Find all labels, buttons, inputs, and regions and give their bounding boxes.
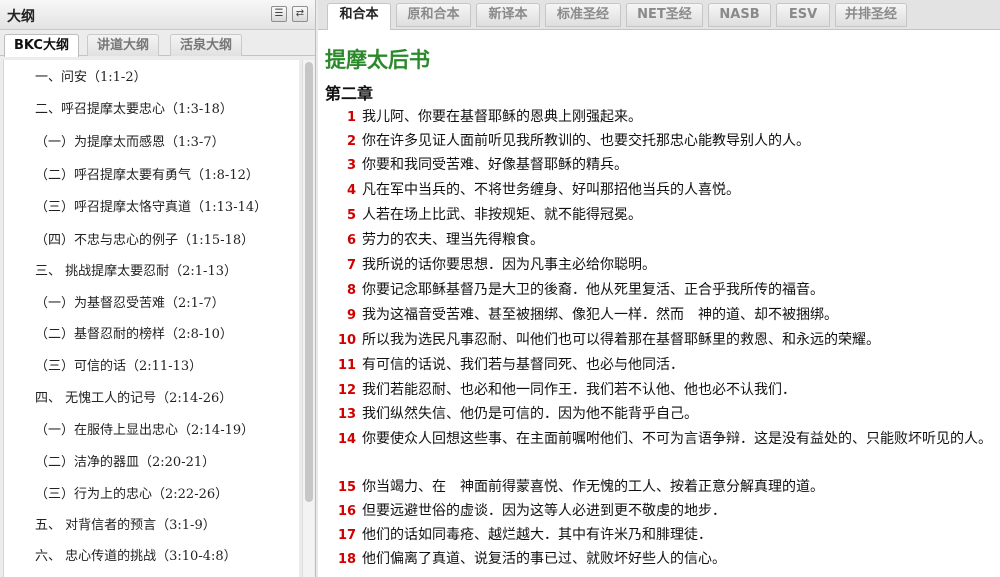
verse-text: 他们偏离了真道、说复活的事已过、就败坏好些人的信心。: [362, 551, 726, 567]
outline-panel: 大纲 ☰ ⇄ BKC大纲 讲道大纲 活泉大纲 一、问安（1:1-2） 二、呼召提…: [0, 0, 316, 577]
outline-item[interactable]: 三、 挑战提摩太要忍耐（2:1-13）: [35, 260, 237, 279]
verse-text: 但要远避世俗的虚谈．因为这等人必进到更不敬虔的地步．: [362, 503, 726, 519]
outline-item[interactable]: （二）呼召提摩太要有勇气（1:8-12）: [35, 164, 259, 183]
verse-number[interactable]: 1: [338, 106, 356, 129]
version-tabs: 和合本 原和合本 新译本 标准圣经 NET圣经 NASB ESV 并排圣经: [318, 0, 1000, 30]
verse-number[interactable]: 16: [338, 500, 356, 523]
verse-text: 凡在军中当兵的、不将世务缠身、好叫那招他当兵的人喜悦。: [362, 182, 740, 198]
verse-number[interactable]: 11: [338, 354, 356, 377]
outline-item[interactable]: （三）可信的话（2:11-13）: [35, 355, 202, 374]
outline-item[interactable]: （三）呼召提摩太恪守真道（1:13-14）: [35, 196, 267, 215]
verse-text: 你要和我同受苦难、好像基督耶稣的精兵。: [362, 157, 628, 173]
tab-new-translation[interactable]: 新译本: [476, 3, 540, 27]
outline-tabs: BKC大纲 讲道大纲 活泉大纲: [0, 30, 315, 57]
scrollbar-thumb[interactable]: [305, 62, 313, 502]
verse-text: 你要使众人回想这些事、在主面前嘱咐他们、不可为言语争辩．这是没有益处的、只能败坏…: [362, 431, 992, 447]
tab-living-spring-outline[interactable]: 活泉大纲: [170, 34, 243, 56]
tab-sermon-outline[interactable]: 讲道大纲: [87, 34, 160, 56]
verse-number[interactable]: 9: [338, 304, 356, 327]
verse-text: 我所说的话你要思想．因为凡事主必给你聪明。: [362, 257, 656, 273]
verse-number[interactable]: 12: [338, 379, 356, 402]
outline-item[interactable]: （二）基督忍耐的榜样（2:8-10）: [35, 323, 233, 342]
verse-number[interactable]: 6: [338, 229, 356, 252]
verse-number[interactable]: 10: [338, 329, 356, 352]
verse-number[interactable]: 8: [338, 279, 356, 302]
verse-number[interactable]: 2: [338, 130, 356, 153]
refresh-icon[interactable]: ⇄: [292, 6, 308, 22]
verse-number[interactable]: 5: [338, 204, 356, 227]
tab-standard-bible[interactable]: 标准圣经: [545, 3, 621, 27]
outline-item[interactable]: （一）在服侍上显出忠心（2:14-19）: [35, 419, 254, 438]
verse-text: 你当竭力、在 神面前得蒙喜悦、作无愧的工人、按着正意分解真理的道。: [362, 479, 824, 495]
verse-text: 我们纵然失信、他仍是可信的．因为他不能背乎自己。: [362, 406, 698, 422]
bible-text-panel: 和合本 原和合本 新译本 标准圣经 NET圣经 NASB ESV 并排圣经 提摩…: [318, 0, 1000, 577]
outline-item[interactable]: （三）行为上的忠心（2:22-26）: [35, 483, 228, 502]
outline-item[interactable]: 五、 对背信者的预言（3:1-9）: [35, 514, 216, 533]
outline-item[interactable]: 二、呼召提摩太要忠心（1:3-18）: [35, 98, 233, 117]
outline-item[interactable]: （二）洁净的器皿（2:20-21）: [35, 451, 215, 470]
outline-item[interactable]: （四）不忠与忠心的例子（1:15-18）: [35, 229, 254, 248]
verse-number[interactable]: 14: [338, 428, 356, 451]
outline-item[interactable]: （一）为提摩太而感恩（1:3-7）: [35, 131, 225, 150]
outline-list: 一、问安（1:1-2） 二、呼召提摩太要忠心（1:3-18） （一）为提摩太而感…: [3, 60, 299, 577]
verse-number[interactable]: 18: [338, 548, 356, 571]
tab-cuv[interactable]: 和合本: [327, 3, 391, 30]
tab-parallel-bible[interactable]: 并排圣经: [835, 3, 907, 27]
verse-text: 我为这福音受苦难、甚至被捆绑、像犯人一样．然而 神的道、却不被捆绑。: [362, 307, 838, 323]
verse-text: 你在许多见证人面前听见我所教训的、也要交托那忠心能教导别人的人。: [362, 133, 810, 149]
tab-nasb[interactable]: NASB: [708, 3, 771, 27]
verse-text: 你要记念耶稣基督乃是大卫的後裔．他从死里复活、正合乎我所传的福音。: [362, 282, 824, 298]
outline-item[interactable]: 六、 忠心传道的挑战（3:10-4:8）: [35, 545, 237, 564]
chapter-heading: 第二章: [325, 84, 374, 103]
outline-scrollbar[interactable]: [302, 60, 314, 577]
verse-text: 所以我为选民凡事忍耐、叫他们也可以得着那在基督耶稣里的救恩、和永远的荣耀。: [362, 332, 880, 348]
verse-number[interactable]: 13: [338, 403, 356, 426]
verse-text: 有可信的话说、我们若与基督同死、也必与他同活．: [362, 357, 684, 373]
outline-panel-title: 大纲: [7, 9, 35, 25]
verse-text: 我们若能忍耐、也必和他一同作王．我们若不认他、他也必不认我们．: [362, 382, 796, 398]
verse-number[interactable]: 7: [338, 254, 356, 277]
tab-original-cuv[interactable]: 原和合本: [396, 3, 471, 27]
verse-text: 劳力的农夫、理当先得粮食。: [362, 232, 544, 248]
verse-number[interactable]: 4: [338, 179, 356, 202]
tab-bkc-outline[interactable]: BKC大纲: [4, 34, 79, 57]
book-title: 提摩太后书: [325, 48, 430, 72]
tab-esv[interactable]: ESV: [776, 3, 830, 27]
verse-text: 人若在场上比武、非按规矩、就不能得冠冕。: [362, 207, 642, 223]
verse-number[interactable]: 3: [338, 154, 356, 177]
outline-item[interactable]: 四、 无愧工人的记号（2:14-26）: [35, 387, 232, 406]
verse-number[interactable]: 17: [338, 524, 356, 547]
outline-header: 大纲 ☰ ⇄: [0, 0, 315, 30]
verse-text: 我儿阿、你要在基督耶稣的恩典上刚强起来。: [362, 109, 642, 125]
verse-text: 他们的话如同毒疮、越烂越大．其中有许米乃和腓理徒．: [362, 527, 712, 543]
tab-net-bible[interactable]: NET圣经: [626, 3, 703, 27]
verse-number[interactable]: 15: [338, 476, 356, 499]
outline-item[interactable]: （一）为基督忍受苦难（2:1-7）: [35, 292, 225, 311]
list-icon[interactable]: ☰: [271, 6, 287, 22]
outline-item[interactable]: 一、问安（1:1-2）: [35, 66, 147, 85]
